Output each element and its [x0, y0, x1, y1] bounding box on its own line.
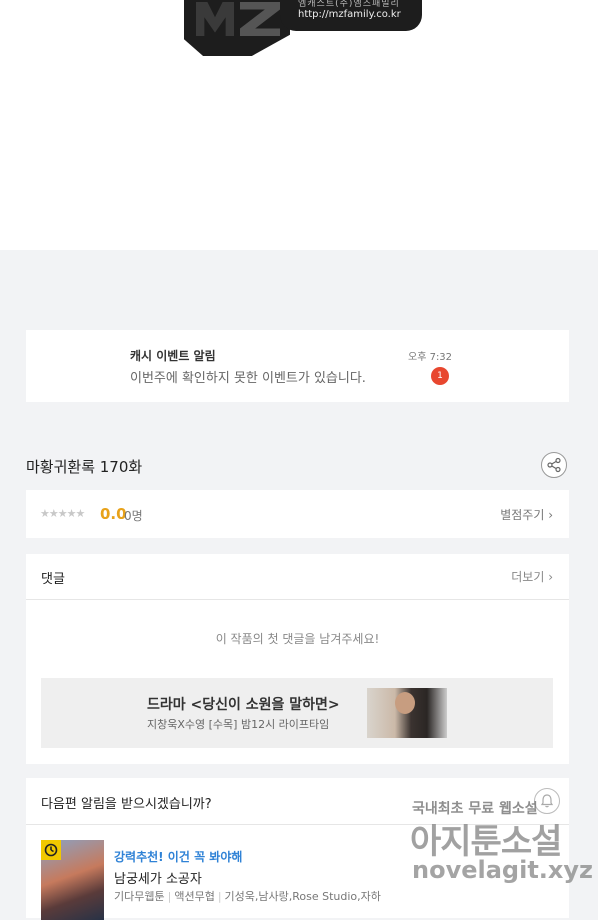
- rating-stars: ★★★★★: [40, 507, 85, 520]
- ad-title: 드라마 <당신이 소원을 말하면>: [147, 697, 340, 713]
- recommended-work-title[interactable]: 남궁세가 소공자: [114, 868, 202, 887]
- next-episode-header: 다음편 알림을 받으시겠습니까?: [26, 778, 569, 825]
- logo-info-pill: 엠캐스트(주)엠즈패밀리 http://mzfamily.co.kr: [280, 0, 422, 31]
- notification-title: 캐시 이벤트 알림: [130, 349, 216, 363]
- next-episode-question: 다음편 알림을 받으시겠습니까?: [41, 797, 212, 812]
- recommended-work-meta: 기다무웹툰 | 액션무협 | 기성욱,남사랑,Rose Studio,자하: [114, 890, 381, 903]
- rating-score: 0.0: [100, 505, 127, 523]
- rating-count: 0명: [124, 509, 143, 523]
- share-button[interactable]: [541, 452, 567, 478]
- recommended-work-thumbnail[interactable]: [41, 840, 104, 920]
- mz-logo-mark: [184, 0, 290, 56]
- logo-company: 엠캐스트(주)엠즈패밀리: [298, 0, 400, 9]
- bell-icon: [540, 794, 554, 808]
- episode-title: 마황귀환록 170화: [26, 458, 143, 476]
- drama-ad-banner[interactable]: 드라마 <당신이 소원을 말하면> 지창욱X수영 [수목] 밤12시 라이프타임: [41, 678, 553, 748]
- ad-photo: [367, 688, 447, 738]
- recommend-label: 강력추천! 이건 꼭 봐야해: [114, 850, 243, 864]
- notification-time: 오후 7:32: [408, 352, 453, 363]
- logo-url: http://mzfamily.co.kr: [298, 9, 401, 20]
- cash-event-notification[interactable]: 캐시 이벤트 알림 이번주에 확인하지 못한 이벤트가 있습니다. 오후 7:3…: [26, 330, 569, 402]
- comments-header: 댓글 더보기 ›: [26, 554, 569, 600]
- notification-badge: 1: [431, 367, 449, 385]
- comments-section: 댓글 더보기 › 이 작품의 첫 댓글을 남겨주세요! 드라마 <당신이 소원을…: [26, 554, 569, 764]
- ad-subtitle: 지창욱X수영 [수목] 밤12시 라이프타임: [147, 718, 330, 731]
- publisher-logo: 엠캐스트(주)엠즈패밀리 http://mzfamily.co.kr: [184, 0, 422, 58]
- clock-icon: [44, 843, 58, 857]
- rating-bar: ★★★★★ 0.0 0명 별점주기 ›: [26, 490, 569, 538]
- comments-more-link[interactable]: 더보기 ›: [511, 568, 553, 585]
- wait-free-badge: [41, 840, 61, 860]
- notification-message: 이번주에 확인하지 못한 이벤트가 있습니다.: [130, 371, 366, 386]
- comments-label: 댓글: [41, 572, 65, 587]
- share-icon: [547, 457, 561, 473]
- alert-toggle-button[interactable]: [534, 788, 560, 814]
- comments-empty-message: 이 작품의 첫 댓글을 남겨주세요!: [215, 632, 380, 646]
- rate-button[interactable]: 별점주기 ›: [500, 506, 553, 523]
- next-episode-alert-section: 다음편 알림을 받으시겠습니까? 강력추천! 이건 꼭 봐야해 남궁세가 소공자…: [26, 778, 569, 920]
- top-banner-area: 엠캐스트(주)엠즈패밀리 http://mzfamily.co.kr: [0, 0, 598, 250]
